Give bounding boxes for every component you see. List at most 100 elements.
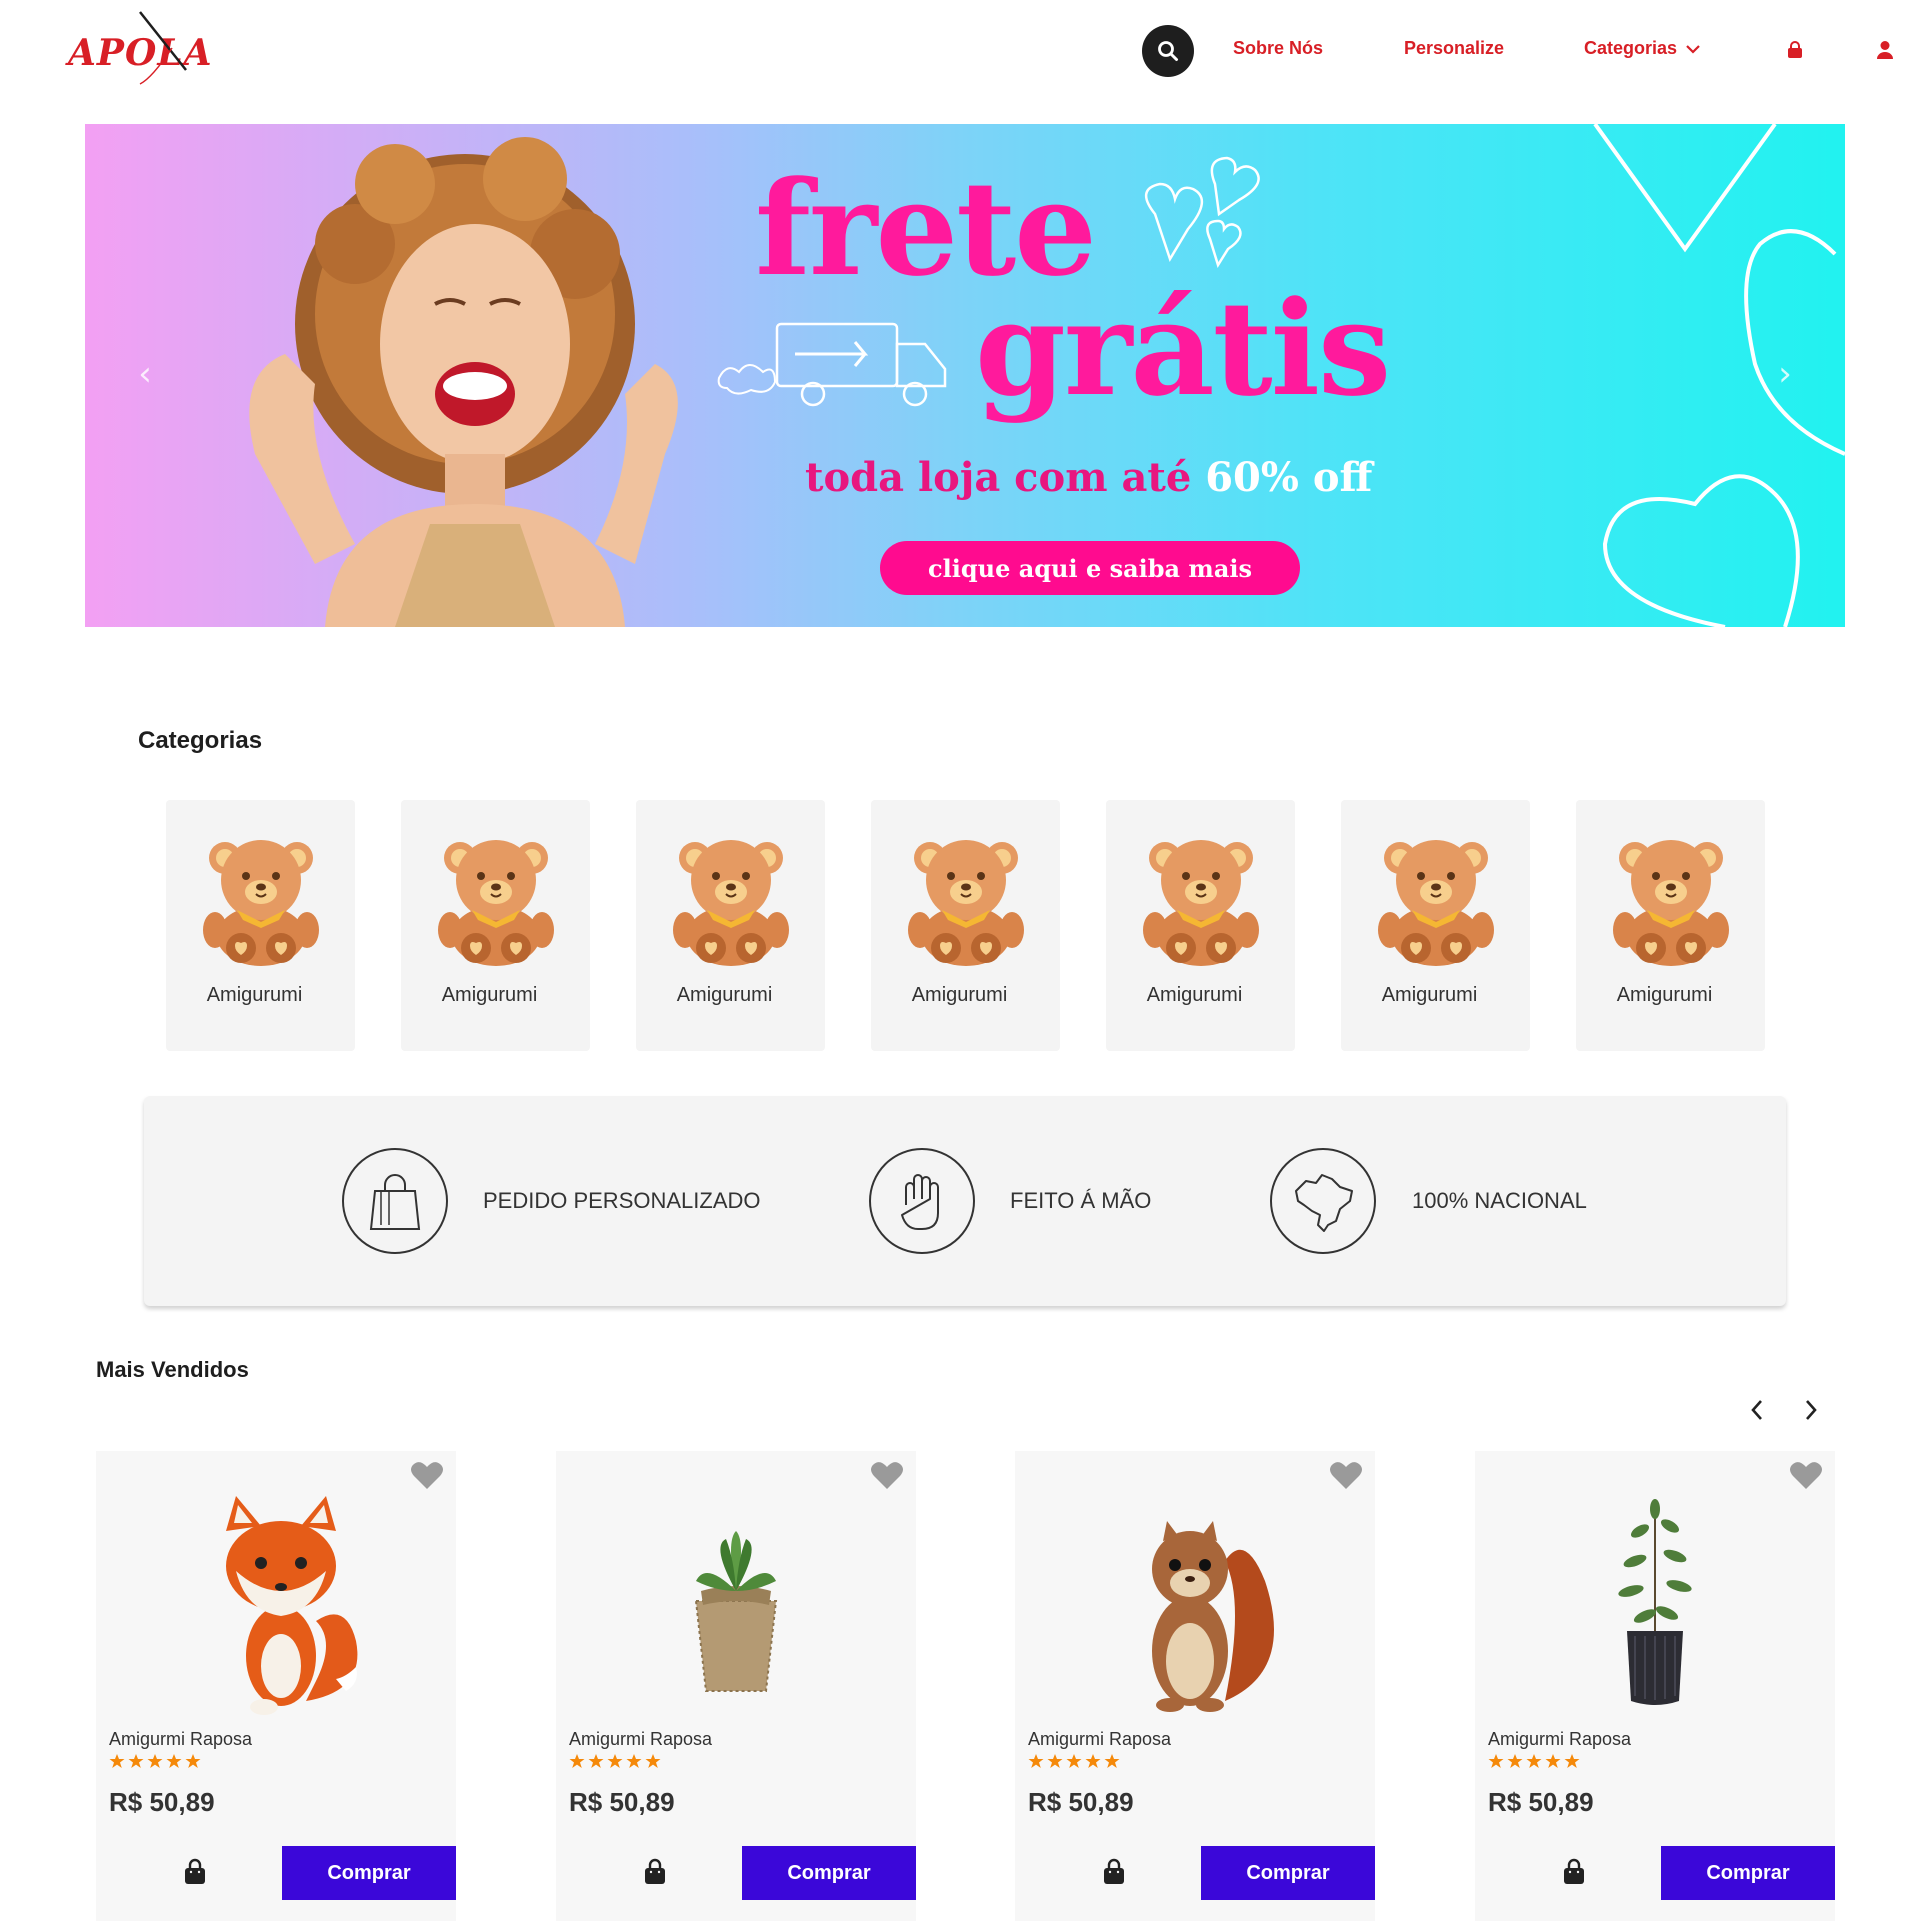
squirrel-image: [1152, 1521, 1274, 1712]
buy-button[interactable]: Comprar: [1201, 1846, 1375, 1900]
category-label: Amigurumi: [1146, 984, 1243, 1006]
carousel-prev-button[interactable]: [1742, 1395, 1772, 1425]
account-button[interactable]: [1873, 38, 1897, 62]
best-sellers-title: Mais Vendidos: [96, 1357, 249, 1382]
category-card[interactable]: Amigurumi: [636, 800, 825, 1051]
star-icon: [1028, 1754, 1044, 1768]
nav-categories-label: Categorias: [1584, 38, 1678, 58]
chevron-down-icon: [1686, 44, 1700, 54]
cart-button[interactable]: [1783, 38, 1807, 62]
product-card[interactable]: Amigurmi Raposa R$ 50,89 Comprar: [1015, 1451, 1375, 1921]
category-card[interactable]: Amigurumi: [871, 800, 1060, 1051]
heart-favorite-icon[interactable]: [1329, 1461, 1363, 1491]
product-name[interactable]: Amigurmi Raposa: [1028, 1729, 1171, 1750]
feature-icon-wrapper: [869, 1148, 975, 1254]
cart-icon: [1788, 41, 1802, 58]
add-to-bag-icon[interactable]: [1101, 1857, 1127, 1887]
site-header: APOLA Sobre Nós Personalize Categorias: [0, 0, 1920, 100]
teddy-bear-icon: [1378, 840, 1494, 966]
carousel-next-button[interactable]: [1796, 1395, 1826, 1425]
star-icon: [1047, 1754, 1063, 1768]
add-to-bag-icon[interactable]: [1561, 1857, 1587, 1887]
search-button[interactable]: [1142, 25, 1194, 77]
chevron-left-icon: [1751, 1400, 1762, 1420]
brazil-map-icon: [1295, 1174, 1353, 1232]
star-icon: [607, 1754, 623, 1768]
chevron-right-icon: [1806, 1400, 1817, 1420]
feature-icon-wrapper: [1270, 1148, 1376, 1254]
heart-favorite-icon[interactable]: [410, 1461, 444, 1491]
add-to-bag-icon[interactable]: [642, 1857, 668, 1887]
teddy-bear-icon: [203, 840, 319, 966]
feature-label: 100% NACIONAL: [1412, 1188, 1587, 1213]
star-icon: [626, 1754, 642, 1768]
product-name[interactable]: Amigurmi Raposa: [569, 1729, 712, 1750]
star-icon: [185, 1754, 201, 1768]
banner-cta-button[interactable]: clique aqui e saiba mais: [880, 541, 1300, 595]
star-icon: [1545, 1754, 1561, 1768]
buy-button[interactable]: Comprar: [282, 1846, 456, 1900]
search-icon: [1158, 41, 1178, 61]
category-label: Amigurumi: [676, 984, 773, 1006]
category-label: Amigurumi: [911, 984, 1008, 1006]
star-icon: [1564, 1754, 1580, 1768]
star-icon: [1488, 1754, 1504, 1768]
star-icon: [569, 1754, 585, 1768]
star-icon: [1526, 1754, 1542, 1768]
category-label: Amigurumi: [441, 984, 538, 1006]
category-card[interactable]: Amigurumi: [166, 800, 355, 1051]
star-icon: [588, 1754, 604, 1768]
banner-prev-arrow[interactable]: ‹: [130, 357, 160, 391]
buy-button[interactable]: Comprar: [1661, 1846, 1835, 1900]
product-card[interactable]: Amigurmi Raposa R$ 50,89 Comprar: [1475, 1451, 1835, 1921]
product-card[interactable]: Amigurmi Raposa R$ 50,89 Comprar: [96, 1451, 456, 1921]
banner-subtitle-prefix: toda loja com até: [805, 454, 1206, 501]
add-to-bag-icon[interactable]: [182, 1857, 208, 1887]
product-name[interactable]: Amigurmi Raposa: [1488, 1729, 1631, 1750]
heart-favorite-icon[interactable]: [1789, 1461, 1823, 1491]
banner-subtitle-highlight: 60% off: [1205, 454, 1373, 501]
features-strip: PEDIDO PERSONALIZADO FEITO Á MÃO 100% NA…: [144, 1096, 1786, 1306]
potted-plant-image: [1618, 1499, 1692, 1705]
product-price: R$ 50,89: [109, 1787, 215, 1817]
category-card[interactable]: Amigurumi: [1576, 800, 1765, 1051]
star-icon: [109, 1754, 125, 1768]
teddy-bear-icon: [908, 840, 1024, 966]
promo-banner[interactable]: frete grátis toda loja com até 60% off c…: [85, 124, 1845, 627]
banner-subtitle: toda loja com até 60% off: [805, 454, 1372, 501]
star-icon: [1085, 1754, 1101, 1768]
category-label: Amigurumi: [206, 984, 303, 1006]
nav-about[interactable]: Sobre Nós: [1233, 38, 1323, 59]
hearts-decoration-icon: [1145, 156, 1260, 268]
category-card[interactable]: Amigurumi: [1106, 800, 1295, 1051]
nav-customize[interactable]: Personalize: [1404, 38, 1504, 59]
product-price: R$ 50,89: [1028, 1787, 1134, 1817]
product-price: R$ 50,89: [1488, 1787, 1594, 1817]
product-card[interactable]: Amigurmi Raposa R$ 50,89 Comprar: [556, 1451, 916, 1921]
star-icon: [147, 1754, 163, 1768]
feature-label: FEITO Á MÃO: [1010, 1188, 1152, 1213]
star-icon: [1507, 1754, 1523, 1768]
teddy-bear-icon: [1613, 840, 1729, 966]
star-icon: [1104, 1754, 1120, 1768]
truck-icon: [717, 322, 947, 407]
product-rating: [569, 1753, 661, 1769]
fox-image: [226, 1496, 358, 1715]
product-name[interactable]: Amigurmi Raposa: [109, 1729, 252, 1750]
teddy-bear-icon: [438, 840, 554, 966]
teddy-bear-icon: [1143, 840, 1259, 966]
nav-categories[interactable]: Categorias: [1584, 38, 1701, 59]
category-card[interactable]: Amigurumi: [401, 800, 590, 1051]
heart-favorite-icon[interactable]: [870, 1461, 904, 1491]
banner-next-arrow[interactable]: ›: [1770, 357, 1800, 391]
logo[interactable]: APOLA: [62, 8, 212, 98]
product-rating: [1028, 1753, 1120, 1769]
needle-icon: [139, 11, 187, 85]
product-rating: [1488, 1753, 1580, 1769]
category-card[interactable]: Amigurumi: [1341, 800, 1530, 1051]
buy-button[interactable]: Comprar: [742, 1846, 916, 1900]
teddy-bear-icon: [673, 840, 789, 966]
hand-icon: [901, 1174, 939, 1230]
product-price: R$ 50,89: [569, 1787, 675, 1817]
user-icon: [1877, 41, 1893, 59]
